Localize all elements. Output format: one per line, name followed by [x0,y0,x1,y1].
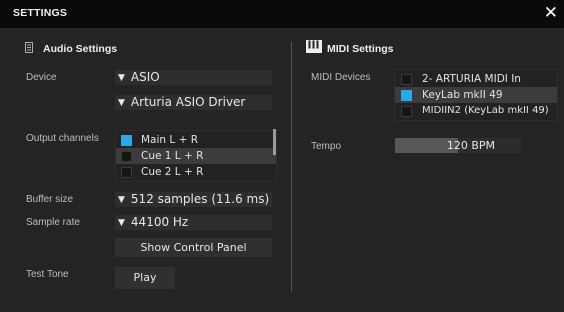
test-tone-label: Test Tone [26,269,69,280]
device-label: Device [26,72,57,83]
output-label: Main L + R [141,134,199,146]
dropdown-caret-icon: ▼ [118,218,125,228]
tempo-label: Tempo [311,141,342,152]
tempo-value: 120 BPM [446,139,495,152]
output-label: Cue 1 L + R [141,150,204,162]
output-channels-list: Main L + R Cue 1 L + R Cue 2 L + R [115,130,277,182]
buffer-size-dropdown[interactable]: ▼ 512 samples (11.6 ms) [115,192,272,207]
buffer-size-value: 512 samples (11.6 ms) [130,192,270,206]
settings-panel: Audio Settings Device ▼ ASIO ▼ Arturia ASI… [0,28,564,312]
play-button[interactable]: Play [115,267,175,289]
device-value: ASIO [130,70,160,84]
list-item[interactable]: Cue 2 L + R [116,164,276,180]
output-channels-label: Output channels [26,133,99,144]
output-checkbox[interactable] [121,151,132,162]
midi-device-checkbox[interactable] [401,90,412,101]
sample-rate-label: Sample rate [26,217,80,228]
midi-settings-title: MIDI Settings [327,43,394,55]
midi-devices-list: 2- ARTURIA MIDI In KeyLab mkII 49 MIDIIN… [394,69,558,121]
list-item[interactable]: KeyLab mkII 49 [395,87,557,103]
title-bar: SETTINGS ✕ [0,0,564,28]
tempo-slider[interactable]: 120 BPM [395,138,521,153]
dropdown-caret-icon: ▼ [118,98,125,108]
list-item[interactable]: MIDIIN2 (KeyLab mkII 49) [395,103,557,119]
window-title: SETTINGS [13,7,68,19]
close-icon[interactable]: ✕ [544,2,558,24]
midi-devices-label: MIDI Devices [311,72,371,83]
midi-device-label: MIDIIN2 (KeyLab mkII 49) [422,105,549,116]
audio-settings-title: Audio Settings [43,43,118,55]
driver-value: Arturia ASIO Driver [130,95,246,109]
midi-device-label: KeyLab mkII 49 [422,89,503,101]
list-item[interactable]: Cue 1 L + R [116,148,276,164]
buffer-size-label: Buffer size [26,194,74,205]
show-control-panel-button[interactable]: Show Control Panel [115,238,272,257]
list-item[interactable]: 2- ARTURIA MIDI In [395,71,557,87]
output-checkbox[interactable] [121,167,132,178]
piano-keys-icon [306,40,322,53]
sample-rate-dropdown[interactable]: ▼ 44100 Hz [115,215,272,230]
midi-device-label: 2- ARTURIA MIDI In [422,73,521,85]
device-dropdown[interactable]: ▼ ASIO [115,70,272,85]
sample-rate-value: 44100 Hz [130,215,189,229]
dropdown-caret-icon: ▼ [118,73,125,83]
dropdown-caret-icon: ▼ [118,195,125,205]
audio-settings-icon [25,42,33,53]
midi-device-checkbox[interactable] [401,106,412,117]
output-list-scrollbar[interactable] [273,129,276,155]
driver-dropdown[interactable]: ▼ Arturia ASIO Driver [115,95,272,110]
list-item[interactable]: Main L + R [116,132,276,148]
section-divider [291,42,292,292]
midi-device-checkbox[interactable] [401,74,412,85]
output-label: Cue 2 L + R [141,166,204,178]
output-checkbox[interactable] [121,135,132,146]
